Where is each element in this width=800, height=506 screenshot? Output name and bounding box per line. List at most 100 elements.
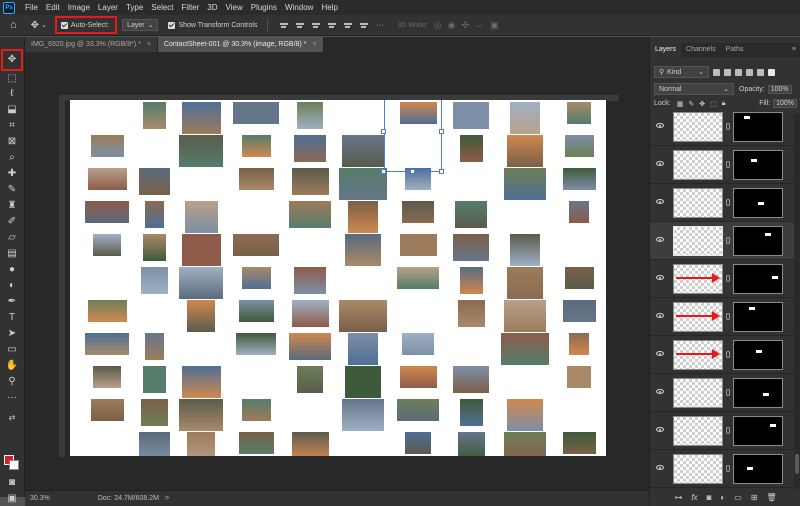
photo-thumbnail[interactable]: [504, 300, 546, 332]
photo-thumbnail[interactable]: [93, 366, 121, 388]
mask-link-icon[interactable]: [726, 199, 730, 206]
photo-thumbnail[interactable]: [501, 333, 549, 365]
photo-thumbnail[interactable]: [85, 333, 129, 355]
healing-brush-tool-icon[interactable]: ✚: [5, 168, 19, 180]
mask-link-icon[interactable]: [726, 313, 730, 320]
mask-link-icon[interactable]: [726, 351, 730, 358]
photo-thumbnail[interactable]: [453, 366, 489, 393]
eye-icon[interactable]: [656, 313, 664, 318]
photo-thumbnail[interactable]: [507, 399, 543, 431]
pixel-filter-icon[interactable]: [713, 68, 720, 76]
layer-mask-thumbnail[interactable]: [733, 302, 783, 332]
move-tool-icon[interactable]: ✥: [5, 54, 19, 66]
photo-thumbnail[interactable]: [402, 333, 434, 355]
photo-thumbnail[interactable]: [507, 267, 543, 299]
layer-mask-thumbnail[interactable]: [733, 264, 783, 294]
photo-thumbnail[interactable]: [397, 267, 439, 289]
photo-thumbnail[interactable]: [93, 234, 121, 256]
layer-mask-thumbnail[interactable]: [733, 188, 783, 218]
photo-thumbnail[interactable]: [233, 102, 279, 124]
delete-icon[interactable]: 🗑︎: [767, 493, 777, 502]
menu-edit[interactable]: Edit: [42, 0, 64, 15]
photo-thumbnail[interactable]: [294, 267, 326, 294]
photo-thumbnail[interactable]: [238, 300, 274, 322]
menu-help[interactable]: Help: [317, 0, 341, 15]
transform-selection-box[interactable]: [384, 100, 442, 172]
photo-thumbnail[interactable]: [142, 102, 166, 129]
eye-icon[interactable]: [656, 389, 664, 394]
photo-thumbnail[interactable]: [562, 168, 596, 190]
photo-thumbnail[interactable]: [402, 201, 434, 223]
photo-thumbnail[interactable]: [85, 201, 129, 223]
close-icon[interactable]: ×: [312, 41, 316, 48]
eye-icon[interactable]: [656, 275, 664, 280]
eye-icon[interactable]: [656, 427, 664, 432]
photoshop-logo[interactable]: Ps: [3, 1, 15, 14]
photo-thumbnail[interactable]: [567, 102, 591, 124]
show-transform-controls-checkbox[interactable]: Show Transform Controls: [168, 21, 257, 29]
tab-contact-sheet[interactable]: ContactSheet-001 @ 30.3% (image, RGB/8) …: [157, 37, 324, 52]
smart-object-filter-icon[interactable]: [757, 68, 764, 76]
3d-drag-icon[interactable]: ✣: [462, 20, 470, 31]
photo-thumbnail[interactable]: [399, 366, 437, 388]
photo-thumbnail[interactable]: [140, 399, 168, 426]
lock-position-icon[interactable]: ✥: [699, 100, 705, 108]
mask-link-icon[interactable]: [726, 465, 730, 472]
menu-window[interactable]: Window: [281, 0, 317, 15]
menu-plugins[interactable]: Plugins: [247, 0, 281, 15]
photo-thumbnail[interactable]: [397, 399, 439, 421]
path-selection-tool-icon[interactable]: ➤: [5, 328, 19, 340]
menu-select[interactable]: Select: [147, 0, 177, 15]
photo-thumbnail[interactable]: [179, 399, 223, 431]
photo-thumbnail[interactable]: [504, 432, 546, 456]
lock-artboard-icon[interactable]: ⬚: [710, 100, 717, 108]
lock-all-icon[interactable]: 🔒︎: [722, 100, 726, 108]
photo-thumbnail[interactable]: [339, 168, 387, 200]
photo-thumbnail[interactable]: [348, 333, 378, 365]
photo-thumbnail[interactable]: [181, 234, 221, 266]
menu-3d[interactable]: 3D: [203, 0, 221, 15]
adjustment-icon[interactable]: ◐: [720, 493, 725, 502]
mask-link-icon[interactable]: [726, 427, 730, 434]
eye-icon[interactable]: [656, 465, 664, 470]
frame-tool-icon[interactable]: ⊠: [5, 136, 19, 148]
shape-filter-icon[interactable]: [746, 68, 753, 76]
photo-thumbnail[interactable]: [405, 432, 431, 454]
mask-link-icon[interactable]: [726, 389, 730, 396]
quick-mask-icon[interactable]: ◙: [5, 477, 19, 489]
photo-thumbnail[interactable]: [297, 366, 323, 393]
layer-mask-thumbnail[interactable]: [733, 226, 783, 256]
layers-scrollbar[interactable]: [794, 114, 800, 489]
layer-row[interactable]: [650, 412, 797, 450]
3d-roll-icon[interactable]: ◉: [448, 20, 456, 31]
3d-slide-icon[interactable]: ⇔: [475, 20, 484, 30]
layer-row[interactable]: [650, 374, 797, 412]
photo-thumbnail[interactable]: [289, 333, 331, 360]
align-right-icon[interactable]: [311, 21, 321, 30]
menu-layer[interactable]: Layer: [94, 0, 122, 15]
transform-handle[interactable]: [381, 129, 386, 134]
layer-row[interactable]: [650, 336, 797, 374]
eyedropper-tool-icon[interactable]: ⌕: [5, 152, 19, 164]
close-icon[interactable]: ×: [147, 41, 151, 48]
link-layers-icon[interactable]: ⊶: [674, 493, 682, 502]
artboard-tool-icon[interactable]: ⬚: [5, 73, 19, 85]
layer-mask-thumbnail[interactable]: [733, 150, 783, 180]
eye-icon[interactable]: [656, 123, 664, 128]
align-middle-icon[interactable]: [343, 21, 353, 30]
zoom-tool-icon[interactable]: ⚲: [5, 376, 19, 388]
adjustment-filter-icon[interactable]: [724, 68, 731, 76]
photo-thumbnail[interactable]: [569, 333, 589, 355]
clone-stamp-tool-icon[interactable]: ♜: [5, 200, 19, 212]
mask-link-icon[interactable]: [726, 161, 730, 168]
menu-file[interactable]: File: [21, 0, 42, 15]
photo-thumbnail[interactable]: [241, 135, 271, 157]
align-bottom-icon[interactable]: [359, 21, 369, 30]
home-icon[interactable]: ⌂: [10, 19, 17, 31]
photo-thumbnail[interactable]: [238, 168, 274, 190]
photo-thumbnail[interactable]: [184, 201, 218, 233]
photo-thumbnail[interactable]: [562, 300, 596, 322]
photo-thumbnail[interactable]: [181, 366, 221, 398]
photo-thumbnail[interactable]: [459, 399, 483, 426]
photo-thumbnail[interactable]: [342, 399, 384, 431]
